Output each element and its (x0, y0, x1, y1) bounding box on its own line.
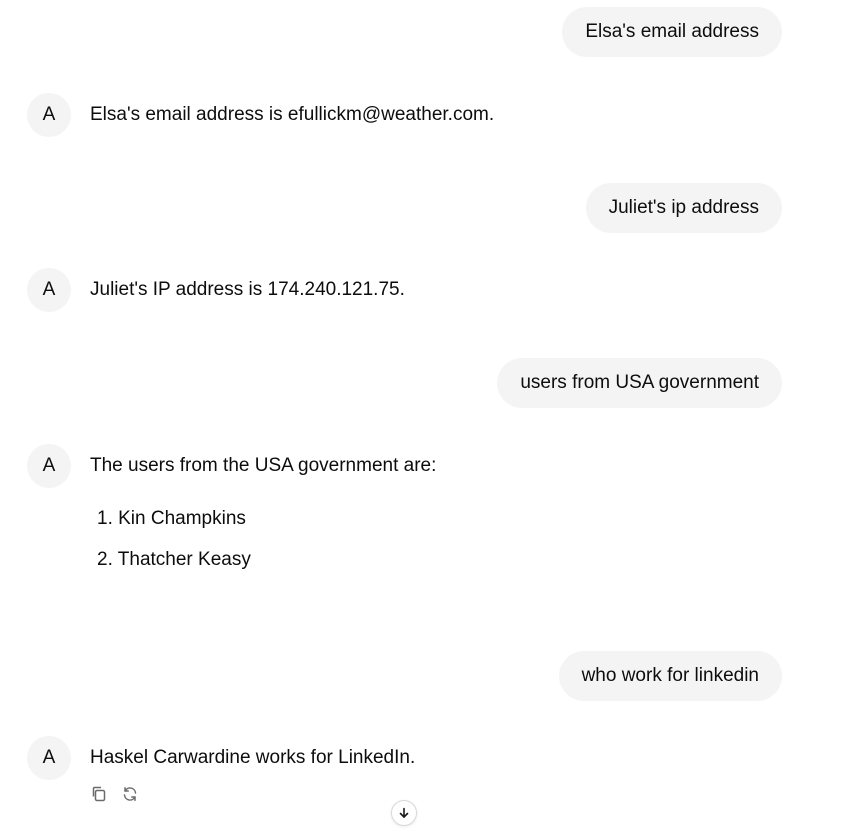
assistant-avatar: A (27, 268, 71, 312)
avatar-letter: A (42, 104, 56, 125)
assistant-avatar: A (27, 93, 71, 137)
list-item: 2. Thatcher Keasy (97, 549, 251, 570)
user-message-text: who work for linkedin (581, 665, 759, 686)
list-item: 1. Kin Champkins (97, 508, 246, 529)
user-message-text: users from USA government (520, 372, 759, 393)
copy-icon[interactable] (89, 784, 109, 804)
arrow-down-icon (399, 807, 409, 818)
user-message-text: Elsa's email address (585, 21, 759, 42)
user-message: who work for linkedin (558, 651, 782, 701)
assistant-message-text: Juliet's IP address is 174.240.121.75. (90, 279, 405, 300)
scroll-down-button[interactable] (391, 800, 417, 826)
regenerate-icon[interactable] (120, 784, 140, 804)
assistant-message-text: The users from the USA government are: (90, 455, 437, 476)
user-message-text: Juliet's ip address (608, 197, 759, 218)
avatar-letter: A (42, 455, 56, 476)
avatar-letter: A (42, 747, 56, 768)
user-message: Elsa's email address (562, 7, 782, 57)
assistant-message-text: Elsa's email address is efullickm@weathe… (90, 104, 495, 125)
assistant-message-list: 1. Kin Champkins 2. Thatcher Keasy (97, 507, 251, 589)
user-message: Juliet's ip address (585, 183, 782, 233)
assistant-message-text: Haskel Carwardine works for LinkedIn. (90, 747, 416, 768)
user-message: users from USA government (497, 358, 782, 408)
assistant-avatar: A (27, 444, 71, 488)
assistant-avatar: A (27, 736, 71, 780)
avatar-letter: A (42, 279, 56, 300)
